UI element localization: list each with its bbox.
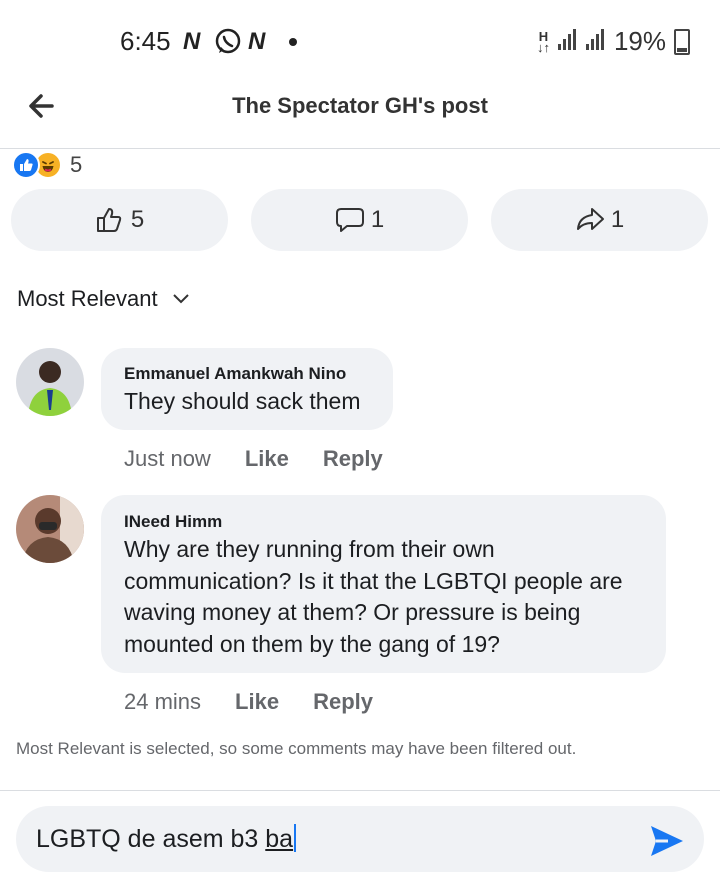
commenter-name[interactable]: Emmanuel Amankwah Nino	[124, 364, 346, 384]
signal-icon	[585, 26, 606, 57]
whatsapp-icon	[214, 28, 242, 61]
comment-button[interactable]: 1	[251, 189, 468, 251]
commenter-name[interactable]: INeed Himm	[124, 512, 222, 532]
comment-reply-button[interactable]: Reply	[323, 446, 383, 472]
user-photo	[16, 495, 84, 563]
share-count: 1	[610, 206, 625, 233]
avatar[interactable]	[16, 495, 84, 563]
signal-icon	[557, 26, 578, 57]
comment-meta: 24 mins Like Reply	[124, 689, 373, 715]
sort-dropdown[interactable]: Most Relevant	[17, 286, 190, 312]
chevron-down-icon	[172, 294, 189, 304]
thumbs-up-icon	[96, 208, 122, 232]
comment-time: 24 mins	[124, 689, 202, 714]
text-caret	[294, 824, 297, 852]
like-reaction-icon	[12, 151, 40, 179]
send-icon	[651, 826, 683, 856]
filter-note: Most Relevant is selected, so some comme…	[16, 739, 577, 758]
status-time: 6:45	[120, 26, 171, 56]
network-type-icon: H ↓↑	[536, 28, 550, 55]
notification-dot-icon	[289, 38, 297, 46]
avatar[interactable]	[16, 348, 84, 416]
comment-time: Just now	[124, 446, 211, 471]
comment-like-button[interactable]: Like	[245, 446, 289, 472]
comment-count: 1	[370, 206, 385, 233]
n-notification-icon: N	[183, 28, 201, 55]
page-title: The Spectator GH's post	[232, 93, 488, 118]
divider	[0, 148, 720, 149]
like-button[interactable]: 5	[11, 189, 228, 251]
battery-icon	[674, 28, 690, 55]
comment-icon	[335, 208, 364, 232]
user-photo	[16, 348, 84, 416]
share-icon	[576, 208, 604, 230]
comment-like-button[interactable]: Like	[235, 689, 279, 715]
comment-meta: Just now Like Reply	[124, 446, 383, 472]
sort-label: Most Relevant	[17, 286, 158, 311]
send-button[interactable]	[648, 822, 686, 860]
comment-text: They should sack them	[124, 388, 361, 414]
comment-reply-button[interactable]: Reply	[313, 689, 373, 715]
n-notification-icon: N	[248, 28, 266, 55]
reactions-summary[interactable]: 5	[12, 151, 83, 179]
comment-input-text[interactable]: LGBTQ de asem b3 ba	[36, 824, 297, 854]
reaction-count: 5	[70, 152, 83, 177]
battery-percent: 19%	[613, 26, 666, 56]
like-count: 5	[130, 206, 145, 233]
share-button[interactable]: 1	[491, 189, 708, 251]
comment-text: Why are they running from their own comm…	[124, 536, 623, 657]
divider	[0, 790, 720, 791]
status-right: H ↓↑ 19%	[537, 26, 690, 57]
